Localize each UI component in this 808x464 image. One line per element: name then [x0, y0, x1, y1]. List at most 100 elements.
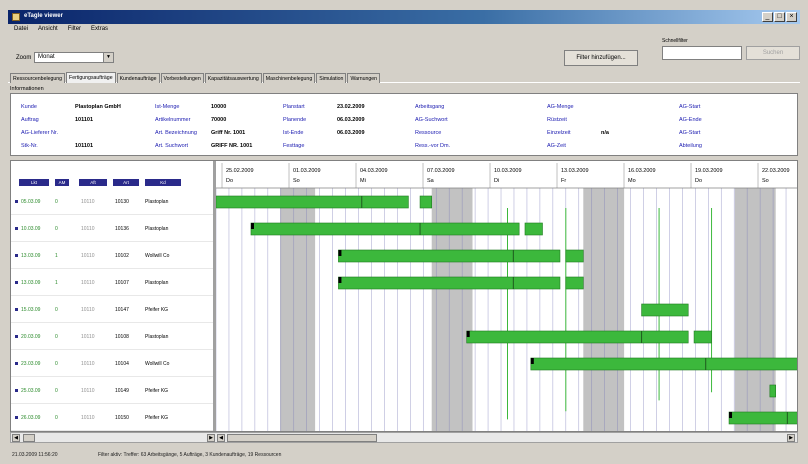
info-value: 10000 [211, 104, 227, 110]
row-marker-icon [15, 227, 18, 230]
tab-kundenauftraege[interactable]: Kundenaufträge [116, 73, 160, 83]
scroll-right-icon[interactable]: ▶ [207, 434, 215, 442]
date-label: 04.03.2009 [360, 168, 388, 174]
window-title: eTagle viewer [24, 13, 63, 19]
row-marker-icon [15, 254, 18, 257]
tab-fertigungsauftraege[interactable]: Fertigungsaufträge [66, 72, 116, 83]
column-header[interactable]: Kd [145, 179, 181, 186]
column-header[interactable]: Aft [79, 179, 107, 186]
menu-filter[interactable]: Filter [68, 26, 81, 36]
menu-ansicht[interactable]: Ansicht [38, 26, 58, 36]
minimize-button[interactable]: _ [762, 12, 773, 22]
date-label: 10.03.2009 [494, 168, 522, 174]
close-button[interactable]: × [786, 12, 797, 22]
status-bar: 21.03.2009 11:56:20 Filter aktiv: Treffe… [8, 450, 800, 460]
zoom-select[interactable]: Monat ▼ [34, 52, 114, 63]
table-cell: 10147 [115, 307, 129, 313]
table-cell: 0 [55, 307, 58, 313]
table-cell: Wollwill Co [145, 253, 170, 259]
tab-kapazitaetsauswertung[interactable]: Kapazitätsauswertung [204, 73, 262, 83]
table-row[interactable]: 13.03.09 1 10110 10107 Plastoplan [11, 269, 213, 296]
gantt-bar-tail [419, 195, 433, 209]
gantt-chart: 25.02.2009 Do 01.03.2009 So 04.03.2009 Mi 07.0… [216, 161, 797, 431]
scroll-thumb-chart[interactable] [227, 434, 377, 442]
table-row[interactable]: 10.03.09 0 10110 10136 Plastoplan [11, 215, 213, 242]
info-value: 23.02.2009 [337, 104, 365, 110]
bar-start-marker [338, 277, 342, 283]
window-controls: _ □ × [762, 12, 797, 22]
day-label: Mo [628, 178, 636, 184]
table-cell: 0 [55, 334, 58, 340]
tab-simulation[interactable]: Simulation [316, 73, 347, 83]
table-cell: Plastoplan [145, 226, 169, 232]
table-cell: Plastoplan [145, 199, 169, 205]
table-cell: 10130 [115, 199, 129, 205]
row-marker-icon [15, 362, 18, 365]
day-label: So [293, 178, 300, 184]
info-label: AG-Suchwort [415, 117, 448, 123]
day-label: Mi [360, 178, 366, 184]
date-label: 25.02.2009 [226, 168, 254, 174]
search-input[interactable] [662, 46, 742, 60]
title-bar: eTagle viewer _ □ × [8, 10, 800, 24]
search-label: Schnellfilter [662, 38, 688, 44]
menu-datei[interactable]: Datei [14, 26, 28, 36]
column-header[interactable]: Art [113, 179, 139, 186]
table-cell: 10110 [81, 334, 95, 340]
table-cell: 10110 [81, 280, 95, 286]
table-row[interactable]: 25.03.09 0 10110 10149 Pfeifer KG [11, 377, 213, 404]
info-value: n/a [601, 130, 609, 136]
column-header[interactable]: Lkt [19, 179, 49, 186]
tab-ressourcenbelegung[interactable]: Ressourcenbelegung [10, 73, 66, 83]
chevron-down-icon[interactable]: ▼ [103, 53, 113, 62]
table-row[interactable]: 23.03.09 0 10110 10104 Wollwill Co [11, 350, 213, 377]
tab-strip: Ressourcenbelegung Fertigungsaufträge Ku… [8, 72, 800, 83]
add-filter-button[interactable]: Filter hinzufügen... [564, 50, 638, 66]
scroll-left-icon[interactable]: ◀ [12, 434, 20, 442]
info-label: Kunde [21, 104, 37, 110]
tab-maschinenbelegung[interactable]: Maschinenbelegung [262, 73, 316, 83]
table-cell: 10110 [81, 361, 95, 367]
day-label: Sa [427, 178, 435, 184]
menu-bar: Datei Ansicht Filter Extras [8, 26, 800, 36]
table-cell: 25.03.09 [21, 388, 41, 394]
table-row[interactable]: 15.03.09 0 10110 10147 Pfeifer KG [11, 296, 213, 323]
horizontal-scrollbar[interactable]: ◀ ▶ ◀ ▶ [10, 432, 798, 443]
menu-extras[interactable]: Extras [91, 26, 108, 36]
date-label: 22.03.2009 [762, 168, 790, 174]
table-cell: 10.03.09 [21, 226, 41, 232]
table-row[interactable]: 26.03.09 0 10110 10150 Pfeifer KG [11, 404, 213, 431]
search-button[interactable]: Suchen [746, 46, 800, 60]
tab-vorbestellungen[interactable]: Vorbestellungen [160, 73, 204, 83]
info-label: Art. Bezeichnung [155, 130, 197, 136]
row-marker-icon [15, 281, 18, 284]
bar-start-marker [250, 223, 254, 229]
info-label: Festtage [283, 143, 305, 149]
gantt-bar [466, 330, 689, 344]
date-label: 13.03.2009 [561, 168, 589, 174]
table-row[interactable]: 20.03.09 0 10110 10108 Plastoplan [11, 323, 213, 350]
info-label: Ist-Ende [283, 130, 304, 136]
row-marker-icon [15, 389, 18, 392]
gantt-svg: 25.02.2009 Do 01.03.2009 So 04.03.2009 Mi 07.0… [216, 161, 797, 431]
day-label: Do [695, 178, 702, 184]
gantt-bar [216, 195, 409, 209]
scroll-thumb-left[interactable] [23, 434, 35, 442]
grid-header: Lkt AM Aft Art Kd [11, 161, 213, 188]
table-row[interactable]: 05.03.09 0 10110 10130 Plastoplan [11, 188, 213, 215]
table-cell: 10110 [81, 388, 95, 394]
scroll-right-icon[interactable]: ▶ [787, 434, 795, 442]
weekend-band [583, 188, 625, 431]
row-marker-icon [15, 335, 18, 338]
bar-start-marker [338, 250, 342, 256]
scroll-left-icon[interactable]: ◀ [217, 434, 225, 442]
table-cell: 05.03.09 [21, 199, 41, 205]
info-label: AG-Start [679, 130, 701, 136]
info-label: Artikelnummer [155, 117, 191, 123]
table-row[interactable]: 13.03.09 1 10110 10102 Wollwill Co [11, 242, 213, 269]
tab-warnungen[interactable]: Warnungen [347, 73, 381, 83]
column-header[interactable]: AM [55, 179, 69, 186]
maximize-button[interactable]: □ [774, 12, 785, 22]
info-label: Art. Suchwort [155, 143, 189, 149]
gantt-bar [338, 276, 561, 290]
